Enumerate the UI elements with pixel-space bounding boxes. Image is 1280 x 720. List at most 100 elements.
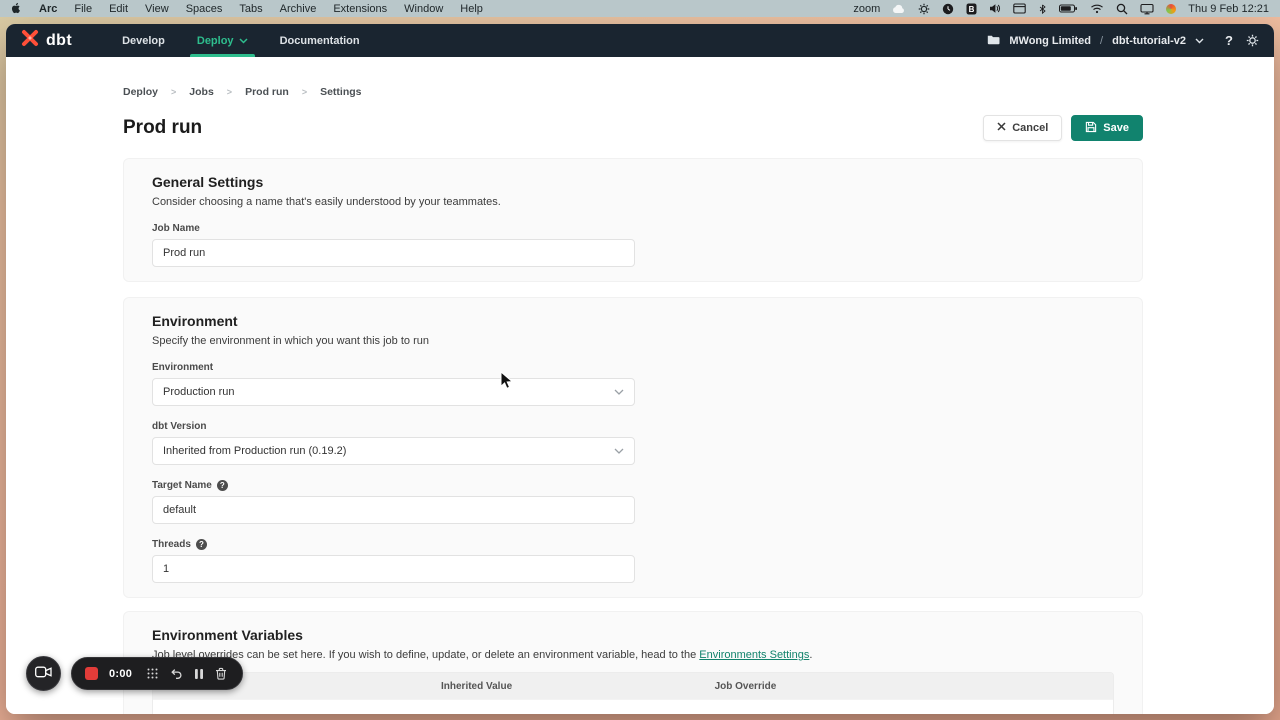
save-floppy-icon (1085, 121, 1097, 136)
threads-field-group: Threads ? (152, 539, 1114, 583)
video-camera-icon (35, 665, 52, 683)
menubar-item-extensions[interactable]: Extensions (333, 3, 387, 15)
folder-icon (987, 34, 1000, 48)
menubar-item-help[interactable]: Help (460, 3, 483, 15)
breadcrumb-separator: > (302, 87, 307, 97)
nav-menu: Develop Deploy Documentation (106, 24, 376, 57)
dbt-logo[interactable]: dbt (21, 29, 72, 52)
cloud-icon[interactable] (892, 3, 906, 14)
window-status-icon[interactable] (1013, 3, 1026, 14)
dbt-top-nav: dbt Develop Deploy Documentation (6, 24, 1274, 57)
breadcrumb-separator: > (227, 87, 232, 97)
svg-text:B: B (969, 4, 975, 13)
desktop: Arc File Edit View Spaces Tabs Archive E… (0, 0, 1280, 720)
wifi-icon[interactable] (1090, 3, 1104, 14)
environment-description: Specify the environment in which you wan… (152, 335, 1114, 347)
table-header-inherited-value: Inherited Value (441, 681, 715, 692)
chevron-down-icon (614, 386, 624, 398)
dbt-cloud-window: dbt Develop Deploy Documentation (6, 24, 1274, 714)
table-header-row: Inherited Value Job Override (153, 673, 1113, 699)
menubar-item-window[interactable]: Window (404, 3, 443, 15)
discard-recording-trash-icon[interactable] (215, 667, 227, 680)
nav-item-documentation[interactable]: Documentation (264, 24, 376, 57)
menubar-item-tabs[interactable]: Tabs (239, 3, 262, 15)
clock-status-icon[interactable] (942, 3, 954, 15)
target-name-label: Target Name ? (152, 480, 1114, 491)
macos-menubar: Arc File Edit View Spaces Tabs Archive E… (0, 0, 1280, 17)
stop-recording-button[interactable] (85, 667, 98, 680)
account-name[interactable]: MWong Limited (1009, 35, 1091, 47)
dbt-version-select[interactable]: Inherited from Production run (0.19.2) (152, 437, 635, 465)
general-settings-card: General Settings Consider choosing a nam… (123, 158, 1143, 282)
threads-input[interactable] (152, 555, 635, 583)
close-icon (997, 122, 1006, 134)
menubar-app-name[interactable]: Arc (39, 3, 57, 15)
dbt-version-select-label: dbt Version (152, 421, 1114, 432)
threads-help-icon[interactable]: ? (196, 539, 207, 550)
menubar-item-spaces[interactable]: Spaces (186, 3, 223, 15)
zoom-menu-item[interactable]: zoom (853, 3, 880, 15)
gear-status-icon[interactable] (918, 3, 930, 15)
chevron-down-icon (239, 35, 248, 47)
menubar-item-archive[interactable]: Archive (280, 3, 317, 15)
menubar-left: Arc File Edit View Spaces Tabs Archive E… (11, 2, 483, 15)
restart-recording-icon[interactable] (170, 667, 183, 680)
nav-right: MWong Limited / dbt-tutorial-v2 ? (987, 33, 1259, 48)
environments-settings-link[interactable]: Environments Settings (699, 649, 809, 661)
nav-item-develop[interactable]: Develop (106, 24, 181, 57)
job-name-input[interactable] (152, 239, 635, 267)
environment-heading: Environment (152, 313, 1114, 329)
bluetooth-icon[interactable] (1038, 3, 1047, 15)
project-name[interactable]: dbt-tutorial-v2 (1112, 35, 1186, 47)
recording-toolbar: 0:00 (71, 657, 243, 690)
project-chevron-down-icon[interactable] (1195, 35, 1204, 47)
page-actions: Cancel Save (983, 115, 1143, 141)
page-content: Deploy > Jobs > Prod run > Settings Prod… (6, 57, 1274, 714)
environment-select[interactable]: Production run (152, 378, 635, 406)
search-icon[interactable] (1116, 3, 1128, 15)
general-settings-heading: General Settings (152, 174, 1114, 190)
menubar-clock[interactable]: Thu 9 Feb 12:21 (1188, 3, 1269, 15)
recording-status-dot-icon[interactable] (1166, 4, 1176, 14)
battery-icon[interactable] (1059, 3, 1078, 14)
environment-field-group: Environment Production run (152, 362, 1114, 406)
menubar-item-file[interactable]: File (74, 3, 92, 15)
breadcrumb-separator: > (171, 87, 176, 97)
environment-variables-table: Inherited Value Job Override (152, 672, 1114, 714)
environment-select-label: Environment (152, 362, 1114, 373)
target-name-input[interactable] (152, 496, 635, 524)
breadcrumb-prod-run[interactable]: Prod run (245, 86, 289, 98)
apple-icon[interactable] (11, 2, 22, 15)
page-title: Prod run (123, 117, 202, 139)
pause-recording-icon[interactable] (194, 668, 204, 680)
settings-gear-icon[interactable] (1246, 34, 1259, 47)
menubar-item-view[interactable]: View (145, 3, 169, 15)
target-name-field-group: Target Name ? (152, 480, 1114, 524)
menubar-status-area: zoom B (853, 3, 1269, 15)
title-row: Prod run Cancel Save (123, 115, 1143, 141)
environment-card: Environment Specify the environment in w… (123, 297, 1143, 598)
chevron-down-icon (614, 445, 624, 457)
breadcrumb-jobs[interactable]: Jobs (189, 86, 214, 98)
volume-icon[interactable] (989, 3, 1001, 14)
table-header-job-override: Job Override (715, 681, 1113, 692)
cursor-effects-icon[interactable] (146, 667, 159, 680)
threads-label: Threads ? (152, 539, 1114, 550)
camera-toggle-button[interactable] (26, 656, 61, 691)
menubar-item-edit[interactable]: Edit (109, 3, 128, 15)
environment-variables-description: Job level overrides can be set here. If … (152, 649, 1114, 661)
display-icon[interactable] (1140, 3, 1154, 15)
target-name-help-icon[interactable]: ? (217, 480, 228, 491)
environment-variables-heading: Environment Variables (152, 627, 1114, 643)
environment-variables-card: Environment Variables Job level override… (123, 611, 1143, 714)
cancel-button[interactable]: Cancel (983, 115, 1062, 141)
breadcrumb: Deploy > Jobs > Prod run > Settings (123, 57, 1143, 98)
breadcrumb-settings[interactable]: Settings (320, 86, 361, 98)
save-button[interactable]: Save (1071, 115, 1143, 141)
app-b-icon[interactable]: B (966, 3, 977, 15)
breadcrumb-deploy[interactable]: Deploy (123, 86, 158, 98)
job-name-field-group: Job Name (152, 223, 1114, 267)
job-name-label: Job Name (152, 223, 1114, 234)
nav-item-deploy[interactable]: Deploy (181, 24, 264, 57)
help-icon[interactable]: ? (1225, 33, 1233, 48)
